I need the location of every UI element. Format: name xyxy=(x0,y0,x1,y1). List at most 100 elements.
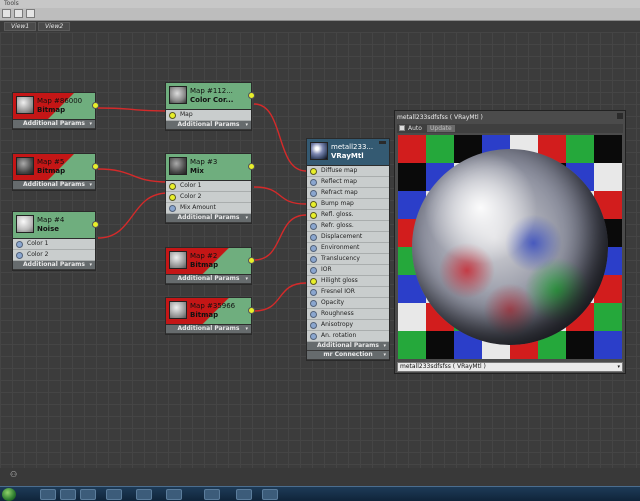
node-header[interactable]: Map #4 Noise xyxy=(13,212,99,239)
input-map[interactable]: Map xyxy=(166,110,251,121)
input-port[interactable] xyxy=(310,256,317,263)
taskbar-app-icon[interactable] xyxy=(166,489,182,500)
binoculars-icon[interactable]: ⚇ xyxy=(10,470,17,479)
additional-params-rollout[interactable]: Additional Params ▾ xyxy=(166,121,251,130)
input-port[interactable] xyxy=(310,179,317,186)
input-color1[interactable]: Color 1 xyxy=(166,181,251,192)
node-header[interactable]: Map #3 Mix xyxy=(166,154,255,181)
input-color2[interactable]: Color 2 xyxy=(166,192,251,203)
node-bitmap-35966[interactable]: Map #35966 Bitmap Additional Params ▾ xyxy=(165,297,255,335)
taskbar-app-icon[interactable] xyxy=(136,489,152,500)
input-port[interactable] xyxy=(310,300,317,307)
node-vraymtl[interactable]: metall233... VRayMtl Diffuse map Reflect … xyxy=(306,138,390,361)
input-refl-gloss[interactable]: Refl. gloss. xyxy=(307,210,389,221)
input-port[interactable] xyxy=(310,245,317,252)
input-fresnel-ior[interactable]: Fresnel IOR xyxy=(307,287,389,298)
node-color-correction[interactable]: Map #112... Color Cor... Map Additional … xyxy=(165,82,255,131)
input-port[interactable] xyxy=(310,278,317,285)
output-port[interactable] xyxy=(248,307,255,314)
input-port[interactable] xyxy=(310,333,317,340)
input-port[interactable] xyxy=(16,241,23,248)
node-header[interactable]: Map #86000 Bitmap xyxy=(13,93,99,120)
additional-params-rollout[interactable]: Additional Params ▾ xyxy=(307,342,389,351)
update-button[interactable]: Update xyxy=(427,125,455,132)
input-port[interactable] xyxy=(310,289,317,296)
input-port[interactable] xyxy=(310,234,317,241)
additional-params-rollout[interactable]: Additional Params ▾ xyxy=(13,181,95,190)
input-refract-map[interactable]: Refract map xyxy=(307,188,389,199)
input-displacement[interactable]: Displacement xyxy=(307,232,389,243)
zoom-tool-icon[interactable] xyxy=(26,9,35,18)
taskbar-app-icon[interactable] xyxy=(80,489,96,500)
node-header[interactable]: Map #5 Bitmap xyxy=(13,154,99,181)
node-title: Map #2 xyxy=(190,252,218,260)
input-port[interactable] xyxy=(169,112,176,119)
start-button[interactable] xyxy=(2,488,16,501)
input-an-rotation[interactable]: An. rotation xyxy=(307,331,389,342)
node-title: Map #112... xyxy=(190,87,233,95)
output-port[interactable] xyxy=(248,257,255,264)
input-translucency[interactable]: Translucency xyxy=(307,254,389,265)
input-port[interactable] xyxy=(169,205,176,212)
taskbar-app-icon[interactable] xyxy=(262,489,278,500)
taskbar-app-icon[interactable] xyxy=(106,489,122,500)
input-port[interactable] xyxy=(310,322,317,329)
node-header[interactable]: Map #35966 Bitmap xyxy=(166,298,255,325)
additional-params-rollout[interactable]: Additional Params ▾ xyxy=(13,120,95,129)
output-port[interactable] xyxy=(92,102,99,109)
tab-view1[interactable]: View1 xyxy=(4,22,37,31)
minimize-icon[interactable] xyxy=(379,141,386,144)
additional-params-rollout[interactable]: Additional Params ▾ xyxy=(166,325,251,334)
input-opacity[interactable]: Opacity xyxy=(307,298,389,309)
material-select-dropdown[interactable]: metall233sdfsfss ( VRayMtl ) ▾ xyxy=(397,362,623,372)
node-bitmap-86000[interactable]: Map #86000 Bitmap Additional Params ▾ xyxy=(12,92,99,130)
input-hilight-gloss[interactable]: Hilight gloss xyxy=(307,276,389,287)
taskbar-app-icon[interactable] xyxy=(236,489,252,500)
node-bitmap-5[interactable]: Map #5 Bitmap Additional Params ▾ xyxy=(12,153,99,191)
input-environment[interactable]: Environment xyxy=(307,243,389,254)
node-bitmap-2[interactable]: Map #2 Bitmap Additional Params ▾ xyxy=(165,247,255,285)
taskbar-app-icon[interactable] xyxy=(40,489,56,500)
input-anisotropy[interactable]: Anisotropy xyxy=(307,320,389,331)
input-port[interactable] xyxy=(310,212,317,219)
input-reflect-map[interactable]: Reflect map xyxy=(307,177,389,188)
input-port[interactable] xyxy=(310,201,317,208)
input-port[interactable] xyxy=(310,311,317,318)
input-port[interactable] xyxy=(169,194,176,201)
input-port[interactable] xyxy=(310,190,317,197)
output-port[interactable] xyxy=(248,92,255,99)
additional-params-rollout[interactable]: Additional Params ▾ xyxy=(166,275,251,284)
input-ior[interactable]: IOR xyxy=(307,265,389,276)
material-icon[interactable] xyxy=(14,9,23,18)
input-mix-amount[interactable]: Mix Amount xyxy=(166,203,251,214)
node-noise[interactable]: Map #4 Noise Color 1 Color 2 Additional … xyxy=(12,211,99,271)
tab-view2[interactable]: View2 xyxy=(38,22,71,31)
auto-checkbox[interactable] xyxy=(399,125,405,131)
output-port[interactable] xyxy=(92,163,99,170)
input-port[interactable] xyxy=(310,223,317,230)
taskbar-app-icon[interactable] xyxy=(204,489,220,500)
input-port[interactable] xyxy=(169,183,176,190)
material-preview-window[interactable]: metall233sdfsfss ( VRayMtl ) Auto Update… xyxy=(394,110,626,374)
input-refr-gloss[interactable]: Refr. gloss. xyxy=(307,221,389,232)
input-port[interactable] xyxy=(16,252,23,259)
node-mix[interactable]: Map #3 Mix Color 1 Color 2 Mix Amount Ad… xyxy=(165,153,255,224)
input-color2[interactable]: Color 2 xyxy=(13,250,95,261)
input-color1[interactable]: Color 1 xyxy=(13,239,95,250)
select-tool-icon[interactable] xyxy=(2,9,11,18)
output-port[interactable] xyxy=(92,221,99,228)
taskbar-app-icon[interactable] xyxy=(60,489,76,500)
input-port[interactable] xyxy=(310,168,317,175)
additional-params-rollout[interactable]: Additional Params ▾ xyxy=(166,214,251,223)
additional-params-rollout[interactable]: Additional Params ▾ xyxy=(13,261,95,270)
node-header[interactable]: Map #2 Bitmap xyxy=(166,248,255,275)
input-port[interactable] xyxy=(310,267,317,274)
input-roughness[interactable]: Roughness xyxy=(307,309,389,320)
input-bump-map[interactable]: Bump map xyxy=(307,199,389,210)
output-port[interactable] xyxy=(248,163,255,170)
mr-connection-rollout[interactable]: mr Connection ▾ xyxy=(307,351,389,360)
close-icon[interactable] xyxy=(617,113,623,119)
node-header[interactable]: Map #112... Color Cor... xyxy=(166,83,255,110)
node-header[interactable]: metall233... VRayMtl xyxy=(307,139,389,166)
input-diffuse-map[interactable]: Diffuse map xyxy=(307,166,389,177)
